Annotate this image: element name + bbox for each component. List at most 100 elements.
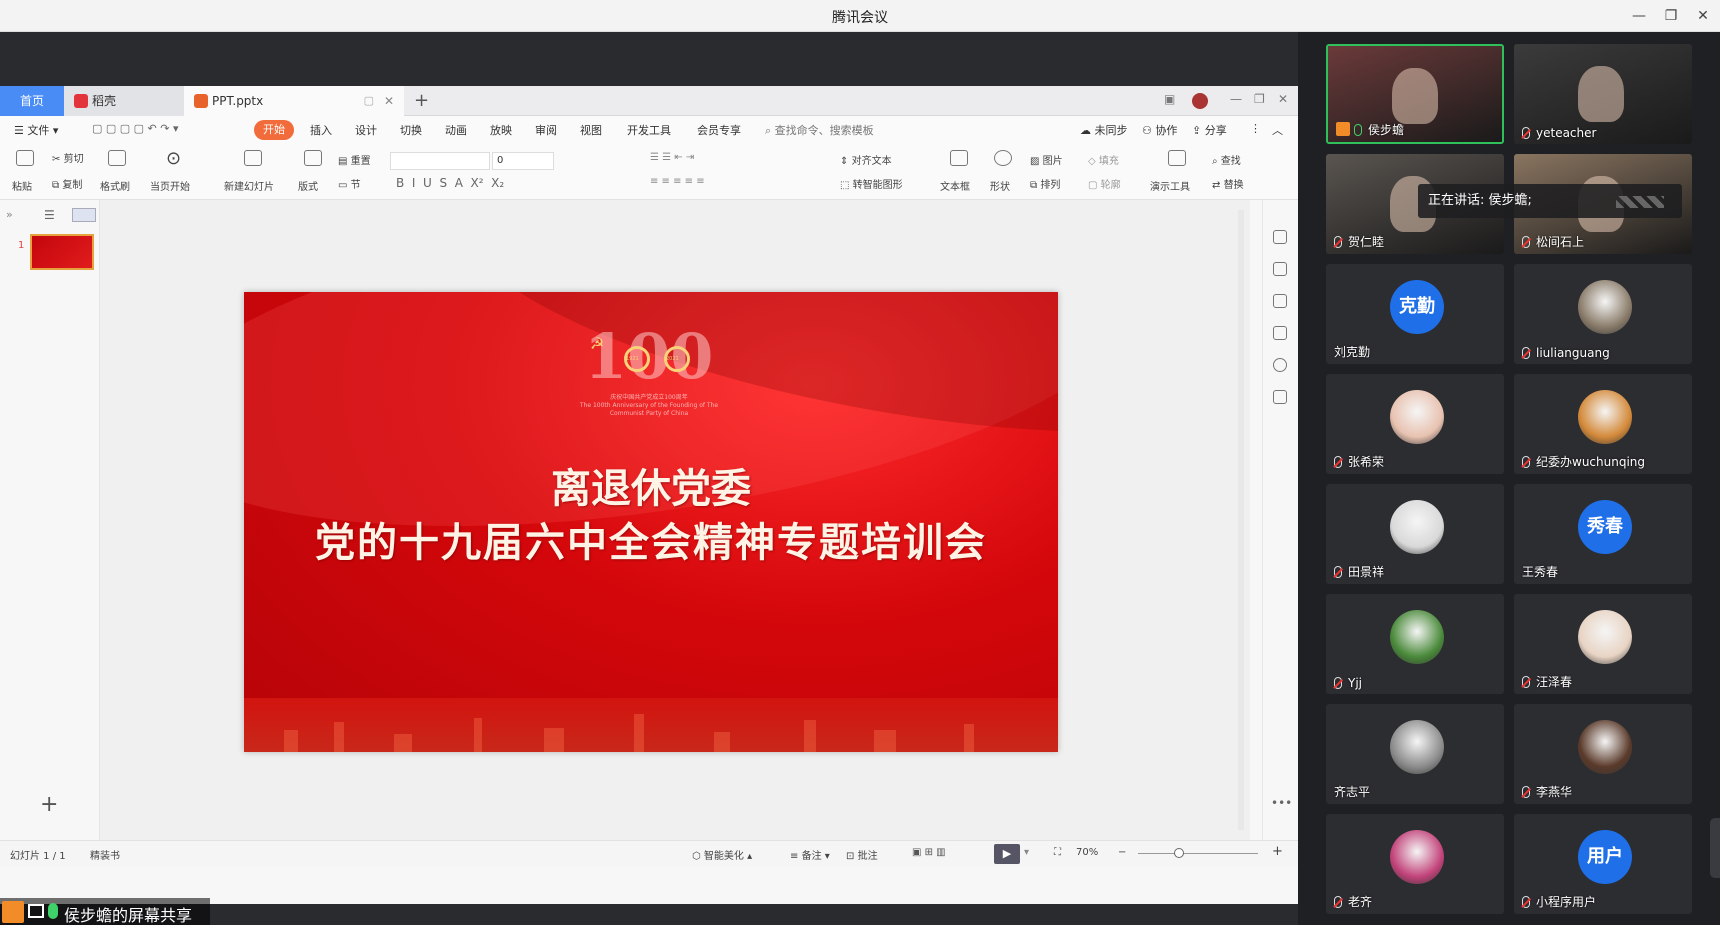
slide-thumbnail[interactable] bbox=[30, 234, 94, 270]
menu-home[interactable]: 开始 bbox=[254, 120, 294, 140]
participant-tile[interactable]: 张希荣 bbox=[1326, 374, 1504, 474]
comment-button[interactable]: ⊡ 批注 bbox=[846, 847, 878, 862]
font-size-select[interactable]: 0 bbox=[492, 152, 554, 170]
wps-restore-icon[interactable]: ❐ bbox=[1254, 92, 1265, 106]
participant-tile[interactable]: Yjj bbox=[1326, 594, 1504, 694]
outline-button[interactable]: ▢ 轮廓 bbox=[1088, 176, 1121, 191]
outline-view-icon[interactable]: ☰ bbox=[44, 208, 55, 222]
arrange-button[interactable]: ⧉ 排列 bbox=[1030, 176, 1060, 191]
align-text-button[interactable]: ⇕ 对齐文本 bbox=[840, 152, 892, 167]
replace-button[interactable]: ⇄ 替换 bbox=[1212, 176, 1244, 191]
present-tools-icon[interactable] bbox=[1168, 150, 1186, 166]
menu-devtools[interactable]: 开发工具 bbox=[627, 122, 671, 138]
slide[interactable]: 100 1921 2021 ☭ 庆祝中国共产党成立100周年 The 100th… bbox=[244, 292, 1058, 752]
collab-button[interactable]: ⚇ 协作 bbox=[1142, 122, 1177, 138]
beautify-button[interactable]: ⬡ 智能美化 ▴ bbox=[692, 847, 752, 862]
menu-slideshow[interactable]: 放映 bbox=[490, 122, 512, 138]
font-family-select[interactable] bbox=[390, 152, 490, 170]
align-icons[interactable]: ≡ ≡ ≡ ≡ ≡ bbox=[650, 176, 705, 187]
window-layout-icon[interactable]: ▣ bbox=[1164, 92, 1175, 106]
picture-button[interactable]: ▨ 图片 bbox=[1030, 152, 1063, 167]
tool-icon-3[interactable] bbox=[1273, 294, 1287, 308]
user-avatar[interactable] bbox=[1192, 93, 1208, 109]
find-button[interactable]: ⌕ 查找 bbox=[1212, 152, 1241, 167]
close-icon[interactable]: ✕ bbox=[1688, 4, 1718, 28]
layout-button[interactable]: 版式 bbox=[298, 178, 318, 193]
participant-tile[interactable]: 侯步蟾 bbox=[1326, 44, 1504, 144]
copy-button[interactable]: ⧉ 复制 bbox=[52, 176, 82, 191]
menu-insert[interactable]: 插入 bbox=[310, 122, 332, 138]
view-mode-icons[interactable]: ▣ ⊞ ▥ bbox=[912, 847, 946, 858]
tool-icon-2[interactable] bbox=[1273, 262, 1287, 276]
format-painter-button[interactable]: 格式刷 bbox=[100, 178, 130, 193]
play-icon[interactable]: ⊙ bbox=[166, 148, 181, 169]
zoom-slider[interactable] bbox=[1138, 853, 1258, 854]
tab-close-icon[interactable]: ✕ bbox=[384, 86, 394, 116]
tab-ppt[interactable]: PPT.pptx ▢ ✕ bbox=[184, 86, 404, 116]
participant-tile[interactable]: 汪泽春 bbox=[1514, 594, 1692, 694]
menu-design[interactable]: 设计 bbox=[355, 122, 377, 138]
textbox-button[interactable]: 文本框 bbox=[940, 178, 970, 193]
tool-icon-5[interactable] bbox=[1273, 390, 1287, 404]
layout-icon[interactable] bbox=[304, 150, 322, 166]
reset-button[interactable]: ▤ 重置 bbox=[338, 152, 371, 167]
menu-review[interactable]: 审阅 bbox=[535, 122, 557, 138]
menu-transition[interactable]: 切换 bbox=[400, 122, 422, 138]
add-slide-icon[interactable]: + bbox=[40, 792, 58, 817]
fit-window-icon[interactable]: ⛶ bbox=[1054, 847, 1061, 858]
participant-tile[interactable]: 用户 小程序用户 bbox=[1514, 814, 1692, 914]
command-search[interactable]: ⌕ 查找命令、搜索模板 bbox=[765, 122, 874, 138]
wps-minimize-icon[interactable]: — bbox=[1230, 92, 1242, 106]
new-slide-button[interactable]: 新建幻灯片 bbox=[224, 178, 274, 193]
smart-shape-button[interactable]: ⬚ 转智能图形 bbox=[840, 176, 903, 191]
tool-icon-4[interactable] bbox=[1273, 326, 1287, 340]
new-tab-icon[interactable]: + bbox=[414, 86, 429, 116]
new-slide-icon[interactable] bbox=[244, 150, 262, 166]
list-icons[interactable]: ☰ ☰ ⇤ ⇥ bbox=[650, 152, 694, 163]
participant-tile[interactable]: 秀春 王秀春 bbox=[1514, 484, 1692, 584]
paste-button[interactable]: 粘贴 bbox=[12, 178, 32, 193]
font-style-icons[interactable]: B I U S A X² X₂ bbox=[396, 176, 504, 190]
menu-animation[interactable]: 动画 bbox=[445, 122, 467, 138]
shape-icon[interactable] bbox=[994, 150, 1012, 166]
participant-tile[interactable]: yeteacher bbox=[1514, 44, 1692, 144]
participant-tile[interactable]: 老齐 bbox=[1326, 814, 1504, 914]
collapse-ribbon-icon[interactable]: ︿ bbox=[1272, 122, 1283, 138]
more-tools-icon[interactable]: ••• bbox=[1271, 796, 1292, 810]
cut-button[interactable]: ✂ 剪切 bbox=[52, 150, 84, 165]
menu-file[interactable]: ☰ 文件 ▾ bbox=[14, 122, 58, 138]
pin-icon[interactable]: ▢ bbox=[364, 86, 374, 116]
zoom-out-icon[interactable]: − bbox=[1118, 847, 1126, 858]
shape-button[interactable]: 形状 bbox=[990, 178, 1010, 193]
panel-scroll-handle[interactable] bbox=[1710, 818, 1720, 878]
play-dropdown-icon[interactable]: ▾ bbox=[1024, 847, 1029, 858]
tab-daoke[interactable]: 稻壳 bbox=[64, 86, 184, 116]
play-from-current-button[interactable]: 当页开始 bbox=[150, 178, 190, 193]
notes-button[interactable]: ≡ 备注 ▾ bbox=[790, 847, 830, 862]
sync-button[interactable]: ☁ 未同步 bbox=[1080, 122, 1128, 138]
minimize-icon[interactable]: — bbox=[1624, 4, 1654, 28]
participant-tile[interactable]: 李燕华 bbox=[1514, 704, 1692, 804]
present-tools-button[interactable]: 演示工具 bbox=[1150, 178, 1190, 193]
more-icon[interactable]: ⋮ bbox=[1250, 122, 1261, 135]
share-button[interactable]: ⇪ 分享 bbox=[1192, 122, 1227, 138]
textbox-icon[interactable] bbox=[950, 150, 968, 166]
menu-view[interactable]: 视图 bbox=[580, 122, 602, 138]
theme-name[interactable]: 精装书 bbox=[90, 847, 120, 862]
participant-tile[interactable]: 克勤 刘克勤 bbox=[1326, 264, 1504, 364]
help-icon[interactable] bbox=[1273, 358, 1287, 372]
wps-close-icon[interactable]: ✕ bbox=[1278, 92, 1288, 106]
zoom-in-icon[interactable]: + bbox=[1272, 844, 1283, 859]
paste-icon[interactable] bbox=[16, 150, 34, 166]
tab-home[interactable]: 首页 bbox=[0, 86, 64, 116]
tool-icon-1[interactable] bbox=[1273, 230, 1287, 244]
expand-panel-icon[interactable]: » bbox=[6, 208, 13, 221]
vertical-scrollbar[interactable] bbox=[1238, 210, 1244, 830]
menu-member[interactable]: 会员专享 bbox=[697, 122, 741, 138]
format-painter-icon[interactable] bbox=[108, 150, 126, 166]
participant-tile[interactable]: 田景祥 bbox=[1326, 484, 1504, 584]
slideshow-play-button[interactable]: ▶ bbox=[994, 844, 1020, 864]
zoom-level[interactable]: 70% bbox=[1076, 847, 1098, 858]
fill-button[interactable]: ◇ 填充 bbox=[1088, 152, 1119, 167]
zoom-slider-handle[interactable] bbox=[1174, 848, 1184, 858]
